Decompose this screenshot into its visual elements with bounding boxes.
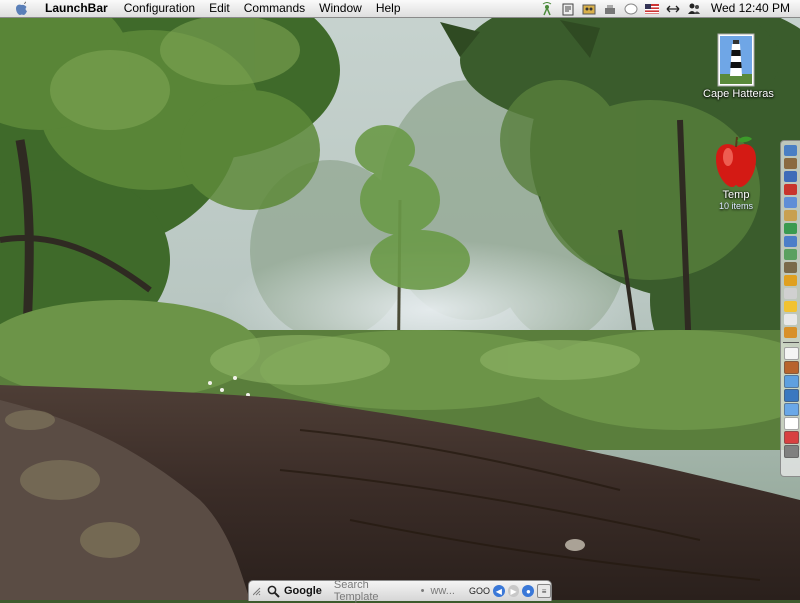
search-separator: • (420, 585, 425, 597)
network-arrows-icon[interactable] (665, 0, 682, 17)
dock-item[interactable] (784, 314, 797, 325)
desktop-icon-item-count: 10 items (718, 201, 753, 211)
side-dock (780, 140, 800, 477)
search-url-field[interactable]: ww... (430, 585, 454, 597)
dock-separator (783, 342, 799, 343)
list-menu-icon[interactable]: ≡ (537, 584, 552, 598)
script-icon[interactable] (560, 0, 577, 17)
dock-item[interactable] (784, 375, 799, 388)
radio-tower-icon[interactable] (539, 0, 556, 17)
finder-icon[interactable] (581, 0, 598, 17)
desktop-icon-label: Cape Hatteras (703, 88, 774, 100)
menu-help[interactable]: Help (369, 0, 408, 17)
dock-item[interactable] (784, 445, 799, 458)
menu-commands[interactable]: Commands (237, 0, 312, 17)
resize-grip-icon[interactable] (252, 586, 261, 596)
forward-icon[interactable]: ▶ (507, 585, 520, 597)
desktop-icon-cape-hatteras[interactable]: Cape Hatteras (703, 32, 774, 100)
dock-item[interactable] (784, 347, 799, 360)
menu-edit[interactable]: Edit (202, 0, 237, 17)
dock-item[interactable] (784, 236, 797, 247)
search-go-label[interactable]: GOO (469, 586, 490, 596)
dock-item[interactable] (784, 223, 797, 234)
dock-item[interactable] (784, 327, 797, 338)
dock-item[interactable] (784, 403, 799, 416)
apple-folder-icon (710, 133, 762, 189)
search-input[interactable]: Search Template (334, 579, 415, 603)
dock-item[interactable] (784, 197, 797, 208)
dock-item[interactable] (784, 389, 799, 402)
dock-item[interactable] (784, 184, 797, 195)
dock-item[interactable] (784, 275, 797, 286)
flag-us-icon[interactable] (644, 0, 661, 17)
dock-item[interactable] (784, 158, 797, 169)
dock-item[interactable] (784, 249, 797, 260)
menu-clock[interactable]: Wed 12:40 PM (711, 0, 790, 17)
menu-app-launchbar[interactable]: LaunchBar (42, 0, 117, 17)
user-icon[interactable] (686, 0, 703, 17)
dock-item[interactable] (784, 288, 797, 299)
dock-item[interactable] (784, 361, 799, 374)
dock-item[interactable] (784, 431, 799, 444)
chat-bubble-icon[interactable] (623, 0, 640, 17)
dock-item[interactable] (784, 301, 797, 312)
tools-icon[interactable] (602, 0, 619, 17)
dock-item[interactable] (784, 262, 797, 273)
back-icon[interactable]: ◀ (492, 585, 505, 597)
menu-bar: LaunchBar Configuration Edit Commands Wi… (0, 0, 800, 18)
apple-menu-icon[interactable] (13, 1, 29, 17)
desktop-icon-temp[interactable]: Temp 10 items (704, 133, 768, 211)
search-icon[interactable] (267, 585, 280, 598)
search-bar: Google Search Template • ww... GOO ◀ ▶ ●… (248, 579, 552, 603)
dock-item[interactable] (784, 171, 797, 182)
dock-item[interactable] (784, 145, 797, 156)
menu-configuration[interactable]: Configuration (117, 0, 202, 17)
dock-item[interactable] (784, 417, 799, 430)
menu-window[interactable]: Window (312, 0, 369, 17)
lighthouse-photo-icon (716, 32, 756, 88)
desktop-icon-label: Temp (722, 189, 750, 201)
search-engine-label[interactable]: Google (284, 585, 322, 597)
desktop-wallpaper (0, 0, 800, 600)
dock-item[interactable] (784, 210, 797, 221)
magnify-button-icon[interactable]: ● (522, 585, 535, 597)
